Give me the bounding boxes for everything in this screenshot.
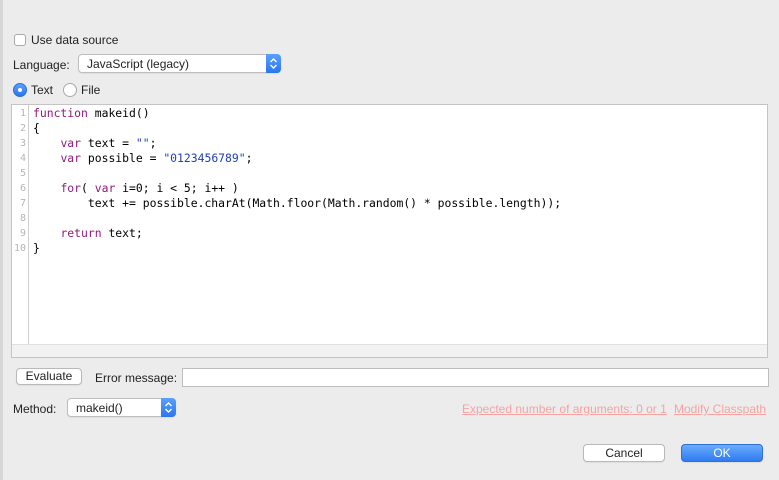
language-select-value: JavaScript (legacy) <box>87 57 190 71</box>
code-string: "" <box>135 136 150 150</box>
line-number: 2 <box>19 123 26 134</box>
code-token: } <box>33 241 40 255</box>
script-dialog: Use data source Language: JavaScript (le… <box>0 0 779 480</box>
code-keyword: return <box>60 226 102 240</box>
ok-button[interactable]: OK <box>681 444 763 462</box>
language-select[interactable]: JavaScript (legacy) <box>78 54 281 73</box>
code-line: 3 var text = ""; <box>12 136 752 151</box>
code-keyword: function <box>33 106 88 120</box>
code-token: ( <box>81 181 95 195</box>
code-text: } <box>33 241 40 256</box>
line-number: 3 <box>19 138 26 149</box>
code-line: 9 return text; <box>12 226 752 241</box>
code-line: 1 function makeid() <box>12 106 752 121</box>
code-token: ; <box>245 151 253 165</box>
window-edge <box>0 0 3 480</box>
line-number: 8 <box>19 213 26 224</box>
code-line: 4 var possible = "0123456789"; <box>12 151 752 166</box>
code-text: { <box>33 121 40 136</box>
file-radio-label: File <box>81 83 101 97</box>
method-select-value: makeid() <box>76 401 123 415</box>
language-label: Language: <box>13 58 70 72</box>
code-text: var possible = "0123456789"; <box>33 151 252 166</box>
error-message-label: Error message: <box>95 371 178 385</box>
evaluate-button[interactable]: Evaluate <box>16 368 82 385</box>
code-line: 8 <box>12 211 752 226</box>
code-line: 6 for( var i=0; i < 5; i++ ) <box>12 181 752 196</box>
code-line: 10} <box>12 241 752 256</box>
code-keyword: for <box>60 181 82 195</box>
modify-classpath-link[interactable]: Modify Classpath <box>674 402 766 416</box>
code-line: 5 <box>12 166 752 181</box>
code-token: { <box>33 121 40 135</box>
expected-arguments-hint: Expected number of arguments: 0 or 1 <box>462 402 667 416</box>
line-number: 1 <box>19 108 26 119</box>
code-text: text += possible.charAt(Math.floor(Math.… <box>33 196 561 211</box>
cancel-button[interactable]: Cancel <box>583 444 665 462</box>
code-token: possible = <box>81 151 164 165</box>
horizontal-scrollbar[interactable] <box>12 344 767 357</box>
code-line: 2{ <box>12 121 752 136</box>
use-data-source-checkbox[interactable] <box>14 34 26 46</box>
error-message-field[interactable] <box>182 368 769 387</box>
file-radio[interactable] <box>63 83 77 97</box>
code-token: text += possible.charAt(Math.floor(Math.… <box>33 196 562 210</box>
method-label: Method: <box>13 402 57 416</box>
use-data-source-label: Use data source <box>31 33 119 47</box>
code-token: ; <box>149 136 157 150</box>
updown-chevron-icon <box>266 54 281 73</box>
line-number: 7 <box>19 198 26 209</box>
line-number: 4 <box>19 153 26 164</box>
code-keyword: var <box>94 181 116 195</box>
code-token: makeid() <box>87 106 150 120</box>
code-text: var text = ""; <box>33 136 156 151</box>
code-line: 7 text += possible.charAt(Math.floor(Mat… <box>12 196 752 211</box>
line-number: 5 <box>19 168 26 179</box>
method-select[interactable]: makeid() <box>67 398 176 417</box>
line-number: 9 <box>19 228 26 239</box>
code-keyword: var <box>60 151 82 165</box>
line-number: 6 <box>19 183 26 194</box>
updown-chevron-icon <box>161 398 176 417</box>
code-editor[interactable]: 1 function makeid() 2{3 var text = ""; 4 va… <box>11 104 768 358</box>
code-text: return text; <box>33 226 143 241</box>
line-number: 10 <box>13 243 26 254</box>
code-text: for( var i=0; i < 5; i++ ) <box>33 181 239 196</box>
code-text: function makeid() <box>33 106 150 121</box>
text-radio-label: Text <box>31 83 54 97</box>
text-radio[interactable] <box>13 83 27 97</box>
code-token: text = <box>81 136 136 150</box>
code-keyword: var <box>60 136 82 150</box>
code-string: "0123456789" <box>163 151 246 165</box>
code-token: text; <box>101 226 143 240</box>
code-token: i=0; i < 5; i++ ) <box>115 181 239 195</box>
